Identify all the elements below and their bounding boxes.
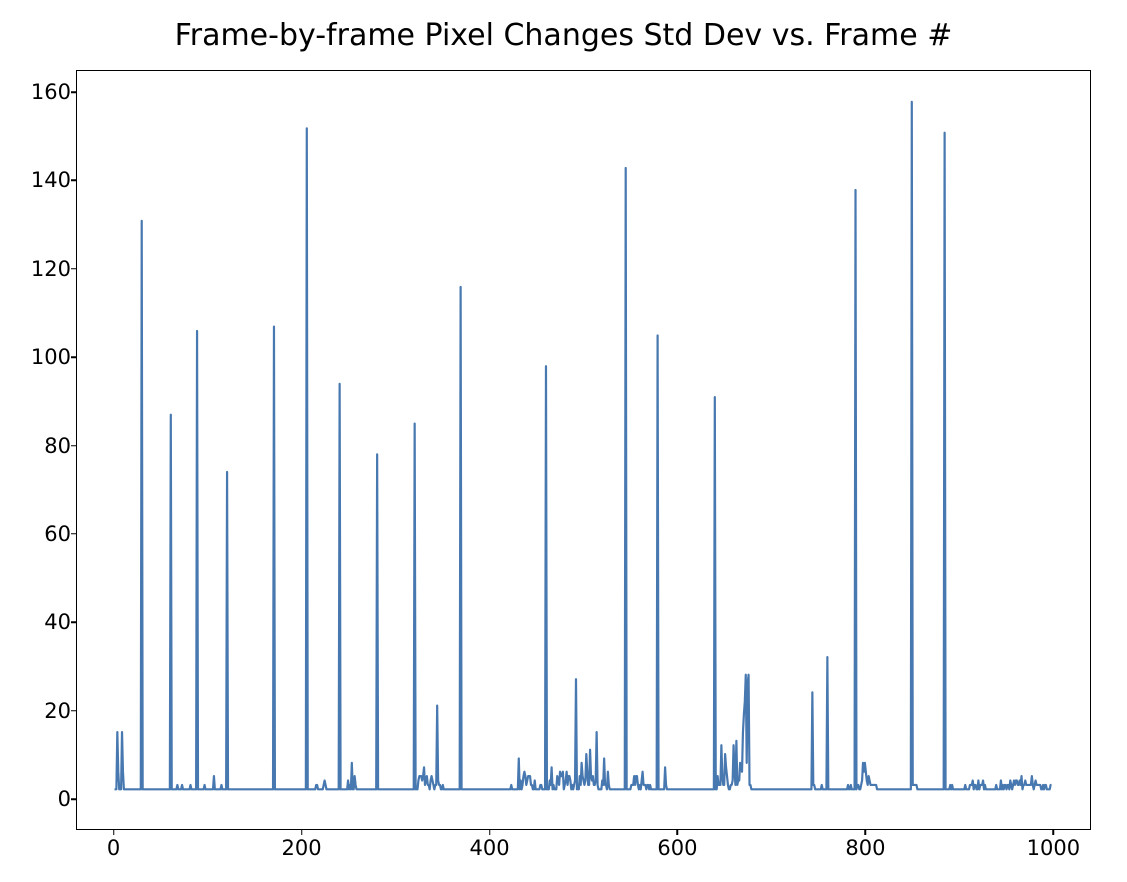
- axes-frame: [76, 70, 1091, 830]
- x-tick-mark: [489, 830, 491, 835]
- y-tick-label: 20: [44, 699, 71, 723]
- y-tick-mark: [71, 91, 76, 93]
- y-tick-mark: [71, 180, 76, 182]
- y-tick-mark: [71, 533, 76, 535]
- line-series: [115, 102, 1052, 789]
- y-tick-label: 40: [44, 610, 71, 634]
- y-tick-label: 160: [31, 80, 71, 104]
- y-tick-mark: [71, 445, 76, 447]
- x-tick-mark: [677, 830, 679, 835]
- y-tick-label: 100: [31, 345, 71, 369]
- x-tick-label: 0: [107, 836, 120, 860]
- y-tick-mark: [71, 710, 76, 712]
- x-tick-label: 200: [282, 836, 322, 860]
- x-tick-mark: [113, 830, 115, 835]
- y-tick-mark: [71, 622, 76, 624]
- x-tick-label: 400: [469, 836, 509, 860]
- plot-svg: [77, 71, 1090, 829]
- y-tick-mark: [71, 356, 76, 358]
- y-tick-label: 60: [44, 522, 71, 546]
- y-tick-mark: [71, 798, 76, 800]
- y-tick-label: 80: [44, 434, 71, 458]
- y-tick-label: 140: [31, 168, 71, 192]
- x-tick-mark: [865, 830, 867, 835]
- x-tick-label: 600: [657, 836, 697, 860]
- x-tick-mark: [301, 830, 303, 835]
- y-tick-mark: [71, 268, 76, 270]
- x-tick-label: 800: [845, 836, 885, 860]
- x-tick-label: 1000: [1027, 836, 1080, 860]
- figure: Frame-by-frame Pixel Changes Std Dev vs.…: [0, 0, 1127, 882]
- y-tick-label: 120: [31, 257, 71, 281]
- y-tick-label: 0: [58, 787, 71, 811]
- chart-title: Frame-by-frame Pixel Changes Std Dev vs.…: [0, 18, 1127, 53]
- x-tick-mark: [1053, 830, 1055, 835]
